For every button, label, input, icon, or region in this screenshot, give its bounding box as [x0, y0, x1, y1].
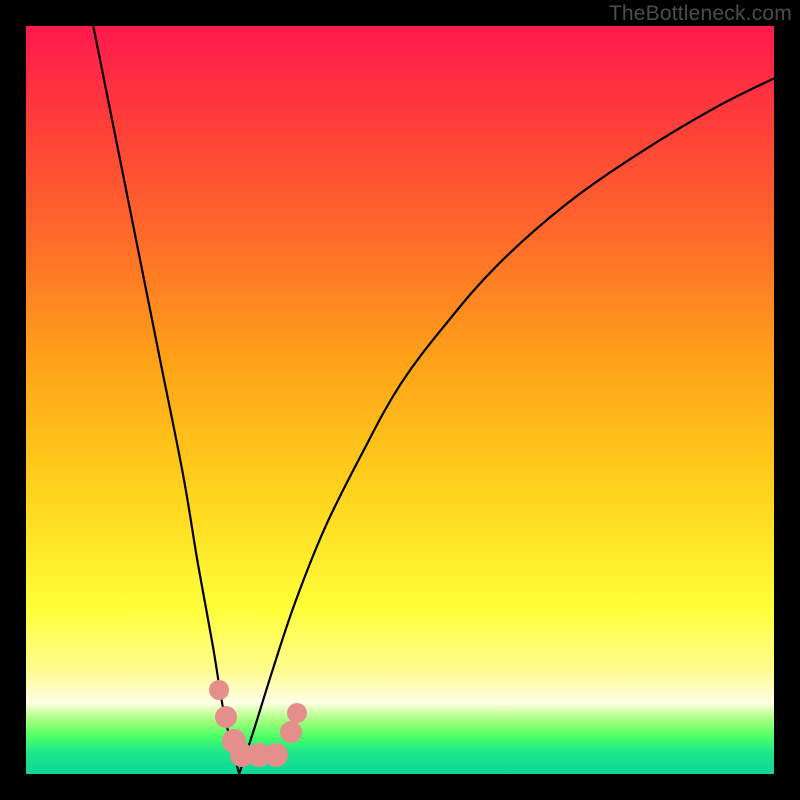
highlight-marker [280, 721, 302, 743]
highlight-marker [209, 680, 229, 700]
plot-svg [26, 26, 774, 774]
highlight-marker [264, 743, 288, 767]
watermark-text: TheBottleneck.com [609, 2, 792, 26]
plot-area [26, 26, 774, 774]
highlight-marker [287, 703, 307, 723]
outer-frame: TheBottleneck.com [0, 0, 800, 800]
highlight-marker [215, 706, 237, 728]
